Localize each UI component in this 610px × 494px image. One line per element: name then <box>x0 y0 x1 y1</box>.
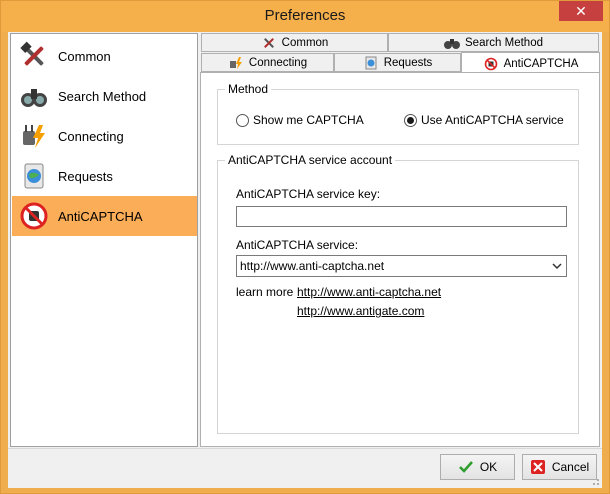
document-globe-icon <box>363 55 379 71</box>
binoculars-icon <box>18 80 50 112</box>
cancel-x-icon <box>530 459 546 475</box>
tab-requests[interactable]: Requests <box>334 53 461 72</box>
plug-lightning-icon <box>18 120 50 152</box>
sidebar-item-common[interactable]: Common <box>12 36 197 76</box>
anticaptcha-panel: Method Show me CAPTCHA Use AntiCAPTCHA s… <box>200 72 600 447</box>
tab-label: Common <box>281 36 329 49</box>
tab-label: Requests <box>383 56 433 69</box>
tab-label: Search Method <box>465 36 543 49</box>
chevron-down-icon <box>552 263 562 270</box>
service-key-label: AntiCAPTCHA service key: <box>236 187 381 201</box>
radio-label: Show me CAPTCHA <box>253 113 364 127</box>
tab-anticaptcha[interactable]: AntiCAPTCHA <box>461 52 600 74</box>
checkmark-icon <box>458 459 474 475</box>
hammer-wrench-icon <box>18 40 50 72</box>
plug-lightning-icon <box>228 55 244 71</box>
dialog-client-area: Common Search Method Connecting Requests… <box>8 32 602 488</box>
close-button[interactable]: ✕ <box>559 1 603 21</box>
sidebar-item-label: Search Method <box>58 88 147 104</box>
radio-label: Use AntiCAPTCHA service <box>421 113 564 127</box>
no-bot-icon <box>483 56 499 72</box>
service-label: AntiCAPTCHA service: <box>236 238 359 252</box>
tab-search-method[interactable]: Search Method <box>388 33 599 52</box>
document-globe-icon <box>18 160 50 192</box>
binoculars-icon <box>444 35 460 51</box>
radio-circle <box>404 113 417 127</box>
account-group-label: AntiCAPTCHA service account <box>225 153 396 167</box>
show-captcha-radio[interactable]: Show me CAPTCHA <box>236 113 364 127</box>
service-select-value: http://www.anti-captcha.net <box>240 259 385 273</box>
no-bot-icon <box>18 200 50 232</box>
tab-label: Connecting <box>248 56 308 69</box>
anti-captcha-link[interactable]: http://www.anti-captcha.net <box>297 285 441 299</box>
service-key-input[interactable] <box>236 206 567 227</box>
cancel-button[interactable]: Cancel <box>522 454 597 480</box>
sidebar-item-search-method[interactable]: Search Method <box>12 76 197 116</box>
tab-common[interactable]: Common <box>201 33 388 52</box>
hammer-wrench-icon <box>261 35 277 51</box>
method-group-label: Method <box>225 82 272 96</box>
use-anticaptcha-radio[interactable]: Use AntiCAPTCHA service <box>404 113 564 127</box>
sidebar-item-label: AntiCAPTCHA <box>58 208 143 224</box>
title-bar[interactable]: Preferences ✕ <box>1 1 609 32</box>
method-group: Method Show me CAPTCHA Use AntiCAPTCHA s… <box>217 82 579 145</box>
sidebar-item-label: Common <box>58 48 111 64</box>
sidebar-item-anticaptcha[interactable]: AntiCAPTCHA <box>12 196 197 236</box>
sidebar-item-label: Connecting <box>58 128 124 144</box>
category-sidebar: Common Search Method Connecting Requests… <box>10 33 198 447</box>
tab-connecting[interactable]: Connecting <box>201 53 334 72</box>
ok-label: OK <box>479 460 498 474</box>
footer-divider <box>8 448 602 449</box>
sidebar-item-requests[interactable]: Requests <box>12 156 197 196</box>
sidebar-item-label: Requests <box>58 168 113 184</box>
preferences-window: Preferences ✕ Common Search Method Conne… <box>0 0 610 494</box>
tab-label: AntiCAPTCHA <box>503 57 579 70</box>
service-select[interactable]: http://www.anti-captcha.net <box>236 255 567 277</box>
tab-strip: Common Search Method Connecting Requests… <box>200 32 600 74</box>
cancel-label: Cancel <box>551 460 590 474</box>
window-title: Preferences <box>264 7 346 24</box>
ok-button[interactable]: OK <box>440 454 515 480</box>
resize-grip-icon[interactable] <box>590 476 600 486</box>
account-group: AntiCAPTCHA service account AntiCAPTCHA … <box>217 153 579 434</box>
antigate-link[interactable]: http://www.antigate.com <box>297 304 424 318</box>
learn-more-label: learn more <box>236 285 294 299</box>
radio-circle <box>236 113 249 127</box>
radio-selected-dot <box>407 116 414 124</box>
sidebar-item-connecting[interactable]: Connecting <box>12 116 197 156</box>
